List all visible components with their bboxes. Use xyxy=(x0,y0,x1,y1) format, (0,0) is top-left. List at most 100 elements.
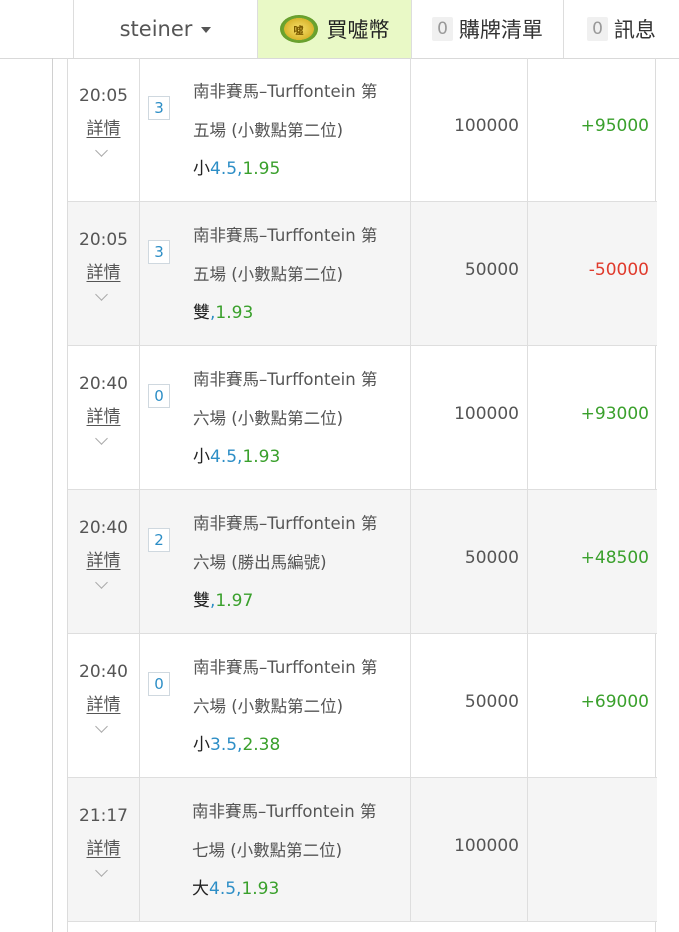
odds-value: 1.93 xyxy=(241,879,280,899)
selection-label: 小 xyxy=(193,735,210,755)
result-amount: +95000 xyxy=(580,116,649,136)
bet-time: 21:17 xyxy=(79,806,128,826)
market-name: 五場 (小數點第二位) xyxy=(193,265,344,284)
stake-cell: 100000 xyxy=(410,58,528,201)
result-amount: +69000 xyxy=(580,692,649,712)
bet-slip-tab[interactable]: 0 購牌清單 xyxy=(411,0,563,58)
messages-count: 0 xyxy=(587,17,608,41)
detail-link[interactable]: 詳情 xyxy=(68,546,139,571)
time-cell: 20:40 詳情 xyxy=(68,634,140,777)
result-amount: +93000 xyxy=(580,404,649,424)
username: steiner xyxy=(119,17,193,41)
market-name: 五場 (小數點第二位) xyxy=(193,121,344,140)
count-badge[interactable]: 0 xyxy=(148,384,170,408)
handicap-line: 4.5 xyxy=(209,879,237,899)
stake-amount: 100000 xyxy=(454,404,519,424)
stake-amount: 50000 xyxy=(464,548,519,568)
market-name: 七場 (小數點第二位) xyxy=(192,841,343,860)
bet-time: 20:40 xyxy=(79,662,128,682)
stake-amount: 100000 xyxy=(454,116,519,136)
stake-cell: 100000 xyxy=(410,346,528,489)
stake-cell: 50000 xyxy=(410,490,528,633)
selection-label: 小 xyxy=(193,159,210,179)
bet-selection: 小4.5,1.93 xyxy=(193,442,280,467)
stake-cell: 50000 xyxy=(410,634,528,777)
bet-selection: 大4.5,1.93 xyxy=(192,874,279,899)
stake-amount: 100000 xyxy=(454,836,519,856)
time-cell: 20:05 詳情 xyxy=(68,202,140,345)
stake-cell: 100000 xyxy=(410,778,528,921)
time-cell: 20:40 詳情 xyxy=(68,346,140,489)
chevron-down-icon[interactable] xyxy=(95,432,108,445)
result-cell: +93000 xyxy=(527,346,657,489)
odds-value: 1.93 xyxy=(242,447,281,467)
description-cell: 南非賽馬–Turffontein 第 七場 (小數點第二位) 大4.5,1.93 xyxy=(139,778,411,921)
description-cell: 0 南非賽馬–Turffontein 第 六場 (小數點第二位) 小4.5,1.… xyxy=(139,346,411,489)
count-badge[interactable]: 2 xyxy=(148,528,170,552)
bet-selection: 雙,1.93 xyxy=(193,298,253,323)
chevron-down-icon[interactable] xyxy=(95,720,108,733)
stake-amount: 50000 xyxy=(464,692,519,712)
event-name: 南非賽馬–Turffontein 第 xyxy=(193,370,378,389)
table-row: 21:17 詳情 南非賽馬–Turffontein 第 七場 (小數點第二位) … xyxy=(68,778,657,922)
bet-selection: 小4.5,1.95 xyxy=(193,154,280,179)
detail-link[interactable]: 詳情 xyxy=(68,402,139,427)
bet-time: 20:40 xyxy=(79,374,128,394)
count-badge[interactable]: 3 xyxy=(148,96,170,120)
bet-selection: 小3.5,2.38 xyxy=(193,730,280,755)
handicap-line: 3.5 xyxy=(210,735,238,755)
market-name: 六場 (小數點第二位) xyxy=(193,409,344,428)
chevron-down-icon[interactable] xyxy=(95,576,108,589)
detail-link[interactable]: 詳情 xyxy=(68,114,139,139)
buy-coins-label: 買噓幣 xyxy=(326,18,390,42)
odds-value: 2.38 xyxy=(242,735,281,755)
bet-slip-count: 0 xyxy=(432,17,453,41)
bet-time: 20:05 xyxy=(79,230,128,250)
event-name: 南非賽馬–Turffontein 第 xyxy=(192,802,377,821)
result-cell: +69000 xyxy=(527,634,657,777)
result-amount: -50000 xyxy=(588,260,649,280)
description-cell: 2 南非賽馬–Turffontein 第 六場 (勝出馬編號) 雙,1.97 xyxy=(139,490,411,633)
user-menu[interactable]: steiner xyxy=(73,0,257,58)
description-cell: 0 南非賽馬–Turffontein 第 六場 (小數點第二位) 小3.5,2.… xyxy=(139,634,411,777)
handicap-line: 4.5 xyxy=(210,159,238,179)
result-cell: -50000 xyxy=(527,202,657,345)
selection-label: 大 xyxy=(192,879,209,899)
count-badge[interactable]: 0 xyxy=(148,672,170,696)
stake-cell: 50000 xyxy=(410,202,528,345)
messages-tab[interactable]: 0 訊息 xyxy=(563,0,679,58)
selection-label: 雙 xyxy=(193,591,210,611)
stake-amount: 50000 xyxy=(464,260,519,280)
result-cell xyxy=(527,778,657,921)
messages-label: 訊息 xyxy=(613,18,656,42)
description-cell: 3 南非賽馬–Turffontein 第 五場 (小數點第二位) 小4.5,1.… xyxy=(139,58,411,201)
event-name: 南非賽馬–Turffontein 第 xyxy=(193,82,378,101)
description-cell: 3 南非賽馬–Turffontein 第 五場 (小數點第二位) 雙,1.93 xyxy=(139,202,411,345)
detail-link[interactable]: 詳情 xyxy=(68,834,139,859)
result-cell: +95000 xyxy=(527,58,657,201)
market-name: 六場 (勝出馬編號) xyxy=(193,553,327,572)
count-badge[interactable]: 3 xyxy=(148,240,170,264)
handicap-line: 4.5 xyxy=(210,447,238,467)
bet-selection: 雙,1.97 xyxy=(193,586,253,611)
market-name: 六場 (小數點第二位) xyxy=(193,697,344,716)
coin-icon: 噓 xyxy=(279,15,318,43)
odds-value: 1.97 xyxy=(215,591,254,611)
caret-down-icon xyxy=(201,27,212,33)
odds-value: 1.95 xyxy=(242,159,281,179)
chevron-down-icon[interactable] xyxy=(95,288,108,301)
time-cell: 20:40 詳情 xyxy=(68,490,140,633)
table-row: 20:05 詳情 3 南非賽馬–Turffontein 第 五場 (小數點第二位… xyxy=(68,58,657,202)
chevron-down-icon[interactable] xyxy=(95,864,108,877)
result-amount: +48500 xyxy=(580,548,649,568)
buy-coins-button[interactable]: 噓 買噓幣 xyxy=(257,0,411,58)
chevron-down-icon[interactable] xyxy=(95,144,108,157)
bet-history-table: 20:05 詳情 3 南非賽馬–Turffontein 第 五場 (小數點第二位… xyxy=(67,58,657,932)
top-navigation-bar: steiner 噓 買噓幣 0 購牌清單 0 訊息 xyxy=(0,0,679,59)
bet-slip-label: 購牌清單 xyxy=(458,18,543,42)
time-cell: 21:17 詳情 xyxy=(68,778,140,921)
detail-link[interactable]: 詳情 xyxy=(68,690,139,715)
detail-link[interactable]: 詳情 xyxy=(68,258,139,283)
event-name: 南非賽馬–Turffontein 第 xyxy=(193,514,378,533)
time-cell: 20:05 詳情 xyxy=(68,58,140,201)
